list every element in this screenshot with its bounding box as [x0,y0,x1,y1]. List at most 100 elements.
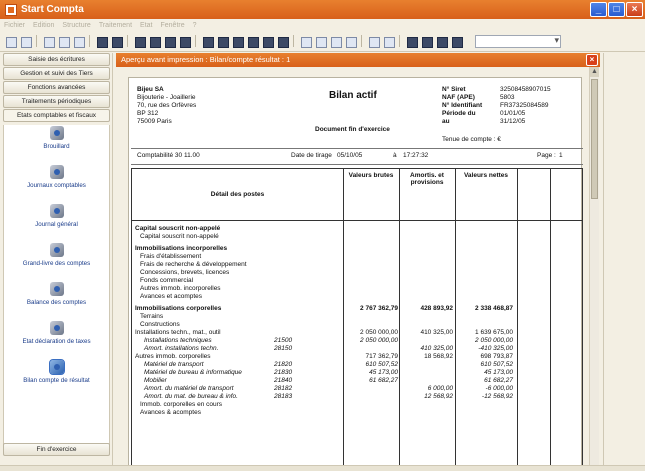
app-title-bar: Start Compta _ □ × [0,0,645,19]
accounts-icon[interactable] [148,35,161,48]
app-version: Comptabilité 30 11.00 [137,152,200,159]
row-code: 28183 [274,393,293,400]
users-icon[interactable] [163,35,176,48]
company-city: 75009 Paris [137,118,172,125]
row-label: Constructions [140,321,180,328]
header-nettes: Valeurs nettes [455,169,517,221]
sidebar-item-journaux[interactable]: Journaux comptables [4,164,109,200]
sidebar-item-brouillard[interactable]: Brouillard [4,125,109,161]
row-nette: 45 173,00 [484,369,513,376]
chart-icon[interactable] [231,35,244,48]
pages-icon[interactable] [420,35,433,48]
table-row: Immobilisations incorporelles [132,245,584,253]
id-value: 01/01/05 [500,110,526,117]
sidebar-item-label: Journal général [35,221,78,228]
table-row: Autres immob. incorporelles [132,285,584,293]
nav-fin-exercice[interactable]: Fin d'exercice [3,443,110,456]
nav-tiers[interactable]: Gestion et suivi des Tiers [3,67,110,80]
menu-etat[interactable]: Etat [140,19,152,32]
nav-saisie[interactable]: Saisie des écritures [3,53,110,66]
sidebar-item-taxes[interactable]: Etat déclaration de taxes [4,320,109,356]
journal-icon[interactable] [133,35,146,48]
row-code: 21820 [274,361,293,368]
sidebar-item-balance[interactable]: Balance des comptes [4,281,109,317]
balance-icon [49,281,65,297]
balance-icon[interactable] [261,35,274,48]
row-label: Installations techn., mat., outil [135,329,221,336]
last-icon[interactable] [344,35,357,48]
table-row: Amort. du mat. de bureau & info. 28183 12 … [132,393,584,401]
row-label: Avances & acomptes [140,409,201,416]
forward-icon[interactable] [382,35,395,48]
menu-fenetre[interactable]: Fenêtre [160,19,184,32]
sidebar-item-journal-general[interactable]: Journal général [4,203,109,239]
preview-close-button[interactable]: × [586,54,598,66]
export-icon[interactable] [435,35,448,48]
nav-etats[interactable]: Etats comptables et fiscaux [3,109,110,122]
menu-edition[interactable]: Edition [33,19,54,32]
search-icon[interactable] [178,35,191,48]
first-icon[interactable] [299,35,312,48]
next-icon[interactable] [329,35,342,48]
nav-fonctions[interactable]: Fonctions avancées [3,81,110,94]
table-row: Amort. du matériel de transport 28182 6 00… [132,385,584,393]
save-icon[interactable] [110,35,123,48]
scroll-up-icon[interactable]: ▲ [590,67,599,77]
toolbar-separator [397,35,403,48]
id-value: FR37325084589 [500,102,549,109]
back-icon[interactable] [367,35,380,48]
scroll-thumb[interactable] [591,79,598,199]
close-window-button[interactable]: × [626,2,643,17]
sidebar-item-bilan[interactable]: Bilan compte de résultat [4,359,109,395]
print-date: 05/10/05 [337,152,363,159]
toolbar-combo[interactable] [475,35,561,48]
id-value: 31/12/05 [500,118,526,125]
report-icon [49,125,65,141]
cut-icon[interactable] [72,35,85,48]
company-bp: BP 312 [137,110,159,117]
id-key: N° Identifiant [442,102,483,109]
divider [131,148,583,149]
zoom-icon[interactable] [405,35,418,48]
table-row: Matériel de transport 21820 610 507,52 610 … [132,361,584,369]
id-key: au [442,118,450,125]
row-amort: 410 325,00 [420,345,453,352]
preview-scrollbar[interactable]: ▲ [589,67,599,470]
maximize-button[interactable]: □ [608,2,625,17]
row-nette: -6 000,00 [485,385,513,392]
table-row: Immobilisations corporelles 2 767 362,79 4… [132,305,584,313]
id-keys: N° Siret NAF (APE) N° Identifiant Périod… [442,86,482,126]
report-icon[interactable] [246,35,259,48]
sidebar-item-grand-livre[interactable]: Grand-livre des comptes [4,242,109,278]
row-brut: 2 050 000,00 [360,329,398,336]
table-row: Matériel de bureau & informatique 21830 45… [132,369,584,377]
toolbar-separator [87,35,93,48]
row-label: Concessions, brevets, licences [140,269,230,276]
id-values: 32508458907015 5803 FR37325084589 01/01/… [500,86,551,126]
paste-icon[interactable] [57,35,70,48]
menu-fichier[interactable]: Fichier [4,19,25,32]
nav-traitements[interactable]: Traitements périodiques [3,95,110,108]
doc-icon[interactable] [450,35,463,48]
help-icon[interactable] [276,35,289,48]
menu-structure[interactable]: Structure [62,19,90,32]
window-controls: _ □ × [590,2,643,17]
calendar-icon[interactable] [201,35,214,48]
sidebar-item-label: Brouillard [43,143,70,150]
table-row: Capital souscrit non-appelé [132,225,584,233]
open-icon[interactable] [19,35,32,48]
new-icon[interactable] [4,35,17,48]
menu-traitement[interactable]: Traitement [99,19,132,32]
table-row: Fonds commercial [132,277,584,285]
app-title: Start Compta [21,4,84,15]
sidebar-item-label: Balance des comptes [26,299,87,306]
menu-help[interactable]: ? [193,19,197,32]
currency-note: Tenue de compte : € [442,136,501,143]
minimize-button[interactable]: _ [590,2,607,17]
calculator-icon[interactable] [216,35,229,48]
copy-icon[interactable] [42,35,55,48]
prev-icon[interactable] [314,35,327,48]
print-icon[interactable] [95,35,108,48]
menu-bar: Fichier Edition Structure Traitement Eta… [0,19,645,32]
table-row: Avances et acomptes [132,293,584,301]
